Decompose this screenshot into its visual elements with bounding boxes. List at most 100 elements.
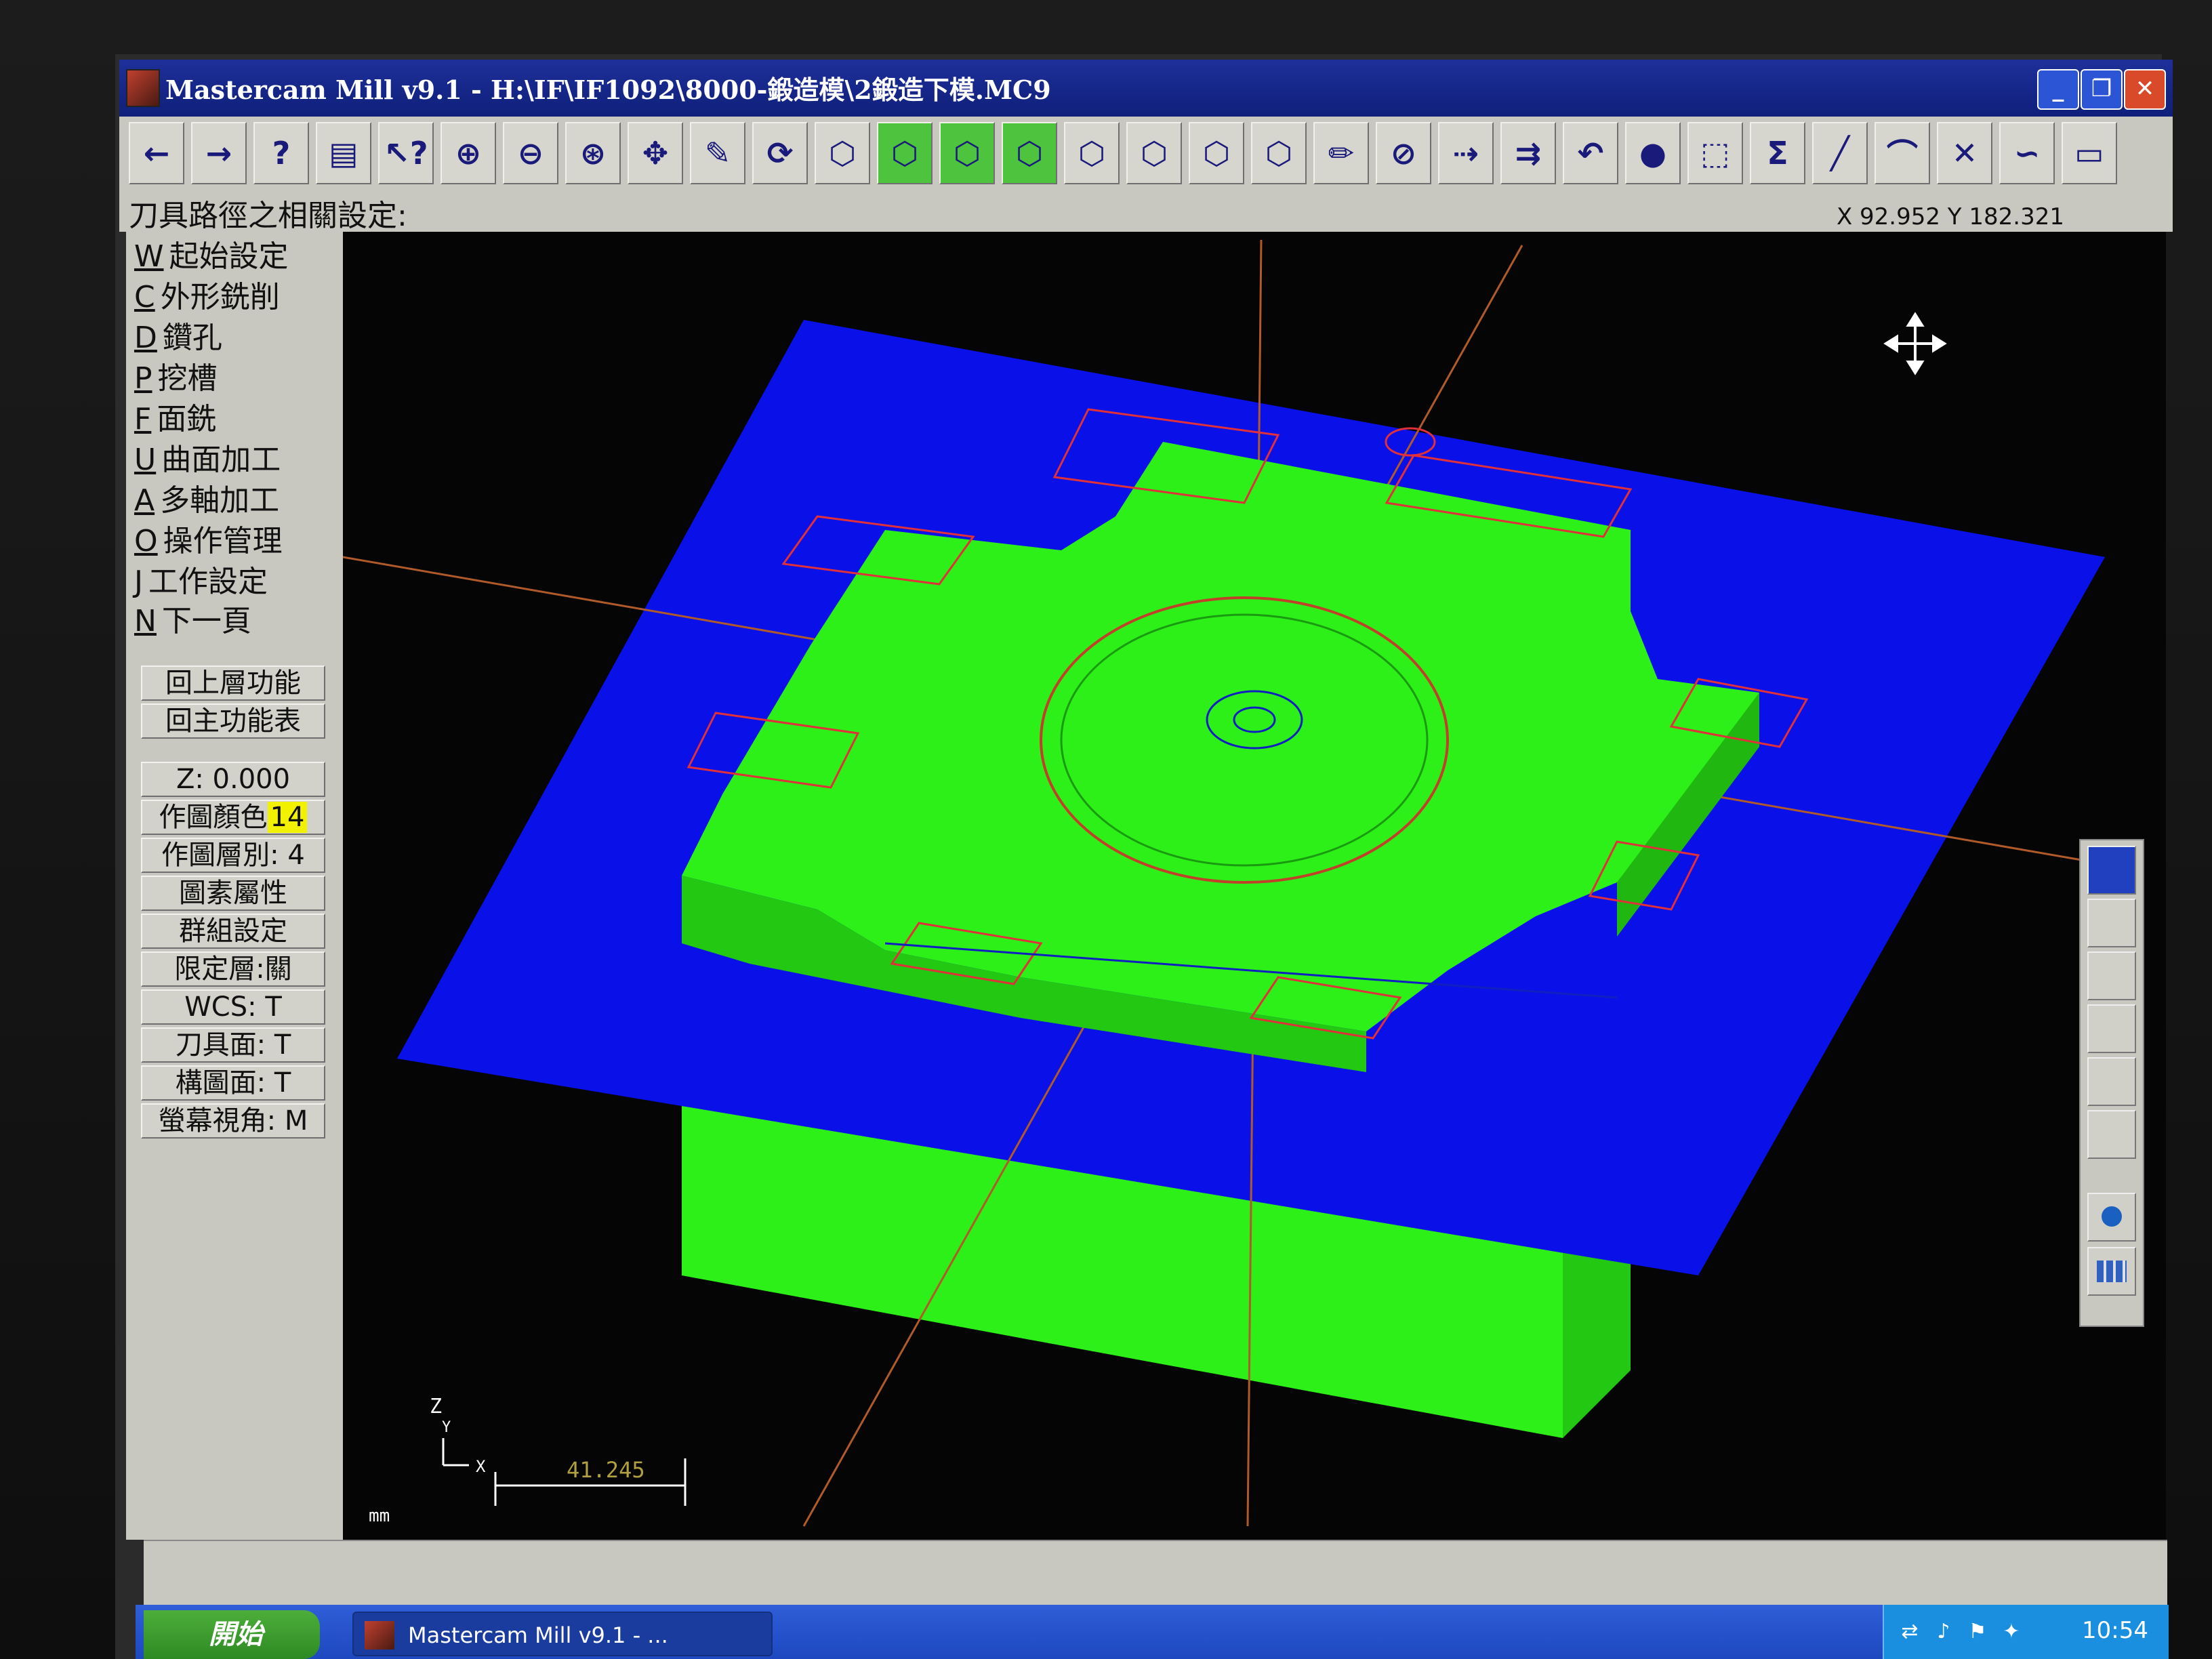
palette-slot-3[interactable] bbox=[2087, 1004, 2136, 1053]
palette-balloon-icon[interactable] bbox=[2087, 1193, 2136, 1242]
maximize-button[interactable]: ❐ bbox=[2081, 69, 2123, 110]
palette-cube-icon[interactable] bbox=[2087, 846, 2136, 895]
menu-item-multiaxis[interactable]: A 多軸加工 bbox=[134, 476, 279, 518]
close-button[interactable]: ✕ bbox=[2124, 69, 2166, 110]
menu-item-contour[interactable]: C 外形銑削 bbox=[134, 272, 280, 314]
menu-key: D bbox=[134, 321, 157, 355]
attributes-button[interactable]: 圖素屬性 bbox=[141, 876, 325, 911]
forward-arrow-icon[interactable]: → bbox=[191, 122, 247, 184]
window-title: Mastercam Mill v9.1 - H:\IF\IF1092\8000-… bbox=[165, 75, 1051, 105]
zoom-window-icon[interactable]: ⊕ bbox=[441, 122, 496, 184]
undo-icon[interactable]: ↶ bbox=[1563, 122, 1618, 184]
back-arrow-icon[interactable]: ← bbox=[129, 122, 184, 184]
cplane-3d-icon[interactable]: ⬡ bbox=[1251, 122, 1307, 184]
menu-key: J bbox=[134, 565, 143, 599]
view-cube-top-green-icon[interactable]: ⬡ bbox=[877, 122, 933, 184]
grid-shape bbox=[2097, 1261, 2127, 1282]
sum-icon[interactable]: Σ bbox=[1750, 122, 1805, 184]
units-label: mm bbox=[369, 1506, 390, 1526]
level-button[interactable]: 作圖層別: 4 bbox=[141, 838, 325, 873]
scale-value: 41.245 bbox=[567, 1457, 645, 1483]
palette-grid-icon[interactable] bbox=[2087, 1247, 2136, 1296]
network-icon[interactable]: ⇄ bbox=[1898, 1620, 1922, 1644]
clock: 10:54 bbox=[2082, 1617, 2148, 1644]
cplane-front-icon[interactable]: ⬡ bbox=[1126, 122, 1182, 184]
menu-item-next-page[interactable]: N 下一頁 bbox=[134, 596, 251, 638]
rotate-view-icon[interactable]: ⟳ bbox=[752, 122, 808, 184]
model-view bbox=[343, 239, 2133, 1527]
menu-item-drill[interactable]: D 鑽孔 bbox=[134, 313, 222, 355]
menu-label: 鑽孔 bbox=[162, 321, 222, 355]
menu-key: P bbox=[134, 361, 152, 396]
prompt-text: 刀具路徑之相關設定: bbox=[129, 199, 407, 233]
minimize-button[interactable]: _ bbox=[2037, 69, 2079, 110]
menu-item-job-setup[interactable]: W 起始設定 bbox=[134, 232, 289, 274]
taskbar-app-button[interactable]: Mastercam Mill v9.1 - ... bbox=[352, 1612, 773, 1656]
move-entity-icon[interactable]: ⇢ bbox=[1438, 122, 1494, 184]
toolbar: ← →? ▤ ↖? ⊕ ⊖ ⊛ ✥ ✎ ⟳ ⬡ ⬡ ⬡ ⬡ ⬡ ⬡ ⬡ ⬡ ✏ ⊘ ⇢ ⇉ ↶ ● ⬚ Σ ╱ ⌒ ✕ ∽ ▭ bbox=[119, 117, 2173, 192]
mask-button[interactable]: 限定層:關 bbox=[141, 951, 325, 987]
help-icon[interactable]: ? bbox=[253, 122, 309, 184]
zoom-out-icon[interactable]: ⊖ bbox=[503, 122, 558, 184]
cplane-top-icon[interactable]: ⬡ bbox=[1064, 122, 1120, 184]
wcs-button[interactable]: WCS: T bbox=[141, 989, 325, 1025]
copy-entity-icon[interactable]: ⇉ bbox=[1500, 122, 1556, 184]
zoom-fit-icon[interactable]: ⊛ bbox=[565, 122, 621, 184]
palette-slot-5[interactable] bbox=[2087, 1110, 2136, 1159]
rectangle-icon[interactable]: ▭ bbox=[2062, 122, 2117, 184]
cplane-side-icon[interactable]: ⬡ bbox=[1189, 122, 1244, 184]
z-depth-button[interactable]: Z: 0.000 bbox=[141, 762, 325, 797]
graphics-viewport[interactable]: Z Y X 41.245 mm bbox=[343, 232, 2166, 1540]
security-icon[interactable]: ⚑ bbox=[1965, 1620, 1990, 1644]
pan-icon[interactable]: ✥ bbox=[628, 122, 683, 184]
arc-icon[interactable]: ⌒ bbox=[1875, 122, 1930, 184]
menu-key: W bbox=[134, 239, 164, 274]
view-cube-iso-green-icon[interactable]: ⬡ bbox=[1002, 122, 1057, 184]
shaded-sphere-icon[interactable]: ● bbox=[1625, 122, 1681, 184]
coordinate-readout: X 92.952 Y 182.321 bbox=[1836, 203, 2064, 230]
main-menu-button[interactable]: 回主功能表 bbox=[141, 703, 325, 739]
update-icon[interactable]: ✦ bbox=[1999, 1620, 2024, 1644]
volume-icon[interactable]: ♪ bbox=[1931, 1620, 1956, 1644]
back-up-button[interactable]: 回上層功能 bbox=[141, 665, 325, 701]
file-cabinet-icon[interactable]: ▤ bbox=[316, 122, 371, 184]
menu-item-pocket[interactable]: P 挖槽 bbox=[134, 354, 218, 396]
gview-button[interactable]: 螢幕視角: M bbox=[141, 1103, 325, 1139]
trim-icon[interactable]: ✕ bbox=[1937, 122, 1992, 184]
start-button[interactable]: 開始 bbox=[144, 1610, 320, 1659]
no-edit-icon[interactable]: ⊘ bbox=[1376, 122, 1431, 184]
balloon-shape bbox=[2102, 1206, 2122, 1227]
analyze-icon[interactable]: ↖? bbox=[378, 122, 434, 184]
view-cube-front-icon[interactable]: ⬡ bbox=[815, 122, 870, 184]
transform-icon[interactable]: ⬚ bbox=[1687, 122, 1743, 184]
palette-slot-1[interactable] bbox=[2087, 899, 2136, 947]
screen-repaint-icon[interactable]: ✎ bbox=[690, 122, 745, 184]
line-icon[interactable]: ╱ bbox=[1812, 122, 1868, 184]
menu-item-face[interactable]: F 面銑 bbox=[134, 394, 216, 436]
groups-button[interactable]: 群組設定 bbox=[141, 914, 325, 949]
title-bar: Mastercam Mill v9.1 - H:\IF\IF1092\8000-… bbox=[119, 60, 2173, 117]
menu-label: 外形銑削 bbox=[160, 280, 280, 314]
color-label: 作圖顏色 bbox=[159, 802, 268, 833]
main-menu-panel: W 起始設定 C 外形銑削 D 鑽孔 P 挖槽 F 面銑 U 曲面加工 A 多軸加工 O 操作管… bbox=[126, 232, 343, 1540]
view-cube-side-green-icon[interactable]: ⬡ bbox=[939, 122, 995, 184]
cplane-button[interactable]: 構圖面: T bbox=[141, 1065, 325, 1101]
menu-label: 下一頁 bbox=[161, 604, 251, 638]
menu-label: 起始設定 bbox=[169, 239, 289, 274]
palette-slot-4[interactable] bbox=[2087, 1057, 2136, 1106]
menu-item-job-settings[interactable]: J 工作設定 bbox=[134, 557, 268, 599]
menu-item-surface[interactable]: U 曲面加工 bbox=[134, 435, 281, 477]
pencil-icon[interactable]: ✏ bbox=[1313, 122, 1369, 184]
menu-key: F bbox=[134, 402, 152, 436]
color-button[interactable]: 作圖顏色 14 bbox=[141, 800, 325, 835]
menu-label: 曲面加工 bbox=[161, 443, 281, 477]
move-cursor-icon bbox=[1883, 312, 1947, 375]
tplane-button[interactable]: 刀具面: T bbox=[141, 1027, 325, 1063]
spline-icon[interactable]: ∽ bbox=[1999, 122, 2055, 184]
menu-label: 挖槽 bbox=[157, 361, 218, 396]
menu-item-operations[interactable]: O 操作管理 bbox=[134, 516, 283, 558]
menu-label: 面銑 bbox=[157, 402, 217, 436]
palette-slot-2[interactable] bbox=[2087, 951, 2136, 1000]
system-tray: ⇄ ♪ ⚑ ✦ 10:54 bbox=[1883, 1605, 2169, 1659]
mastercam-logo-icon bbox=[126, 69, 160, 107]
